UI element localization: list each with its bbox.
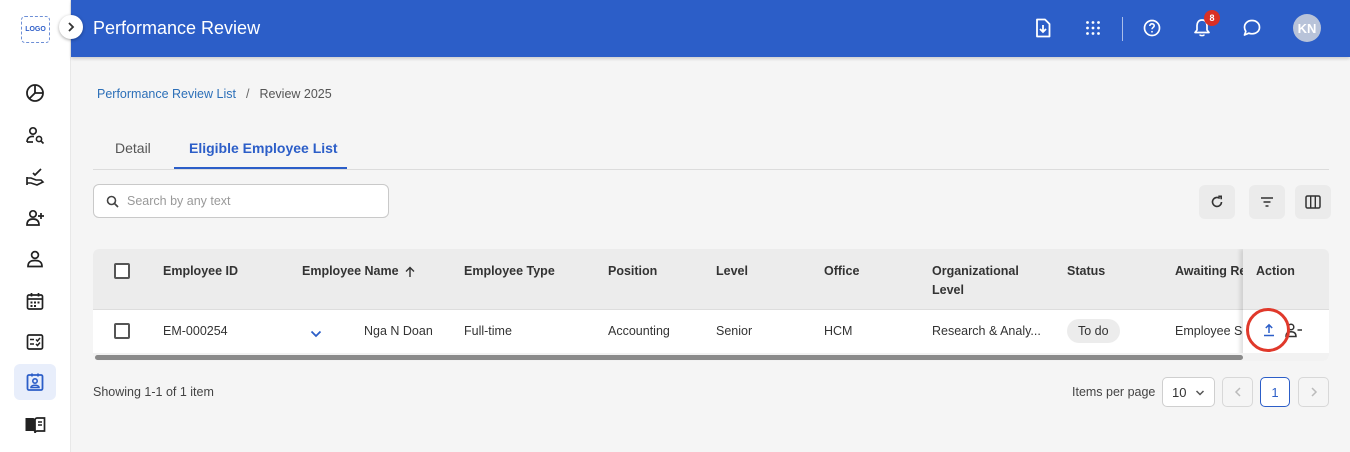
items-per-page-value: 10 [1172, 384, 1187, 400]
column-header-awaiting-review[interactable]: Awaiting Re [1175, 262, 1246, 281]
nav-user-add[interactable] [14, 200, 56, 236]
previous-page-button[interactable] [1222, 377, 1253, 407]
breadcrumb-parent-link[interactable]: Performance Review List [97, 87, 236, 101]
active-tab-indicator [174, 167, 347, 169]
tab-bar: Detail Eligible Employee List [93, 130, 1329, 170]
table-header: Employee ID Employee Name Employee Type … [93, 249, 1329, 310]
chat-button[interactable] [1239, 15, 1265, 41]
user-search-icon [26, 126, 45, 145]
user-avatar[interactable]: KN [1293, 14, 1321, 42]
cell-office: HCM [824, 324, 853, 338]
expand-row-button[interactable] [310, 326, 322, 344]
help-icon [1143, 19, 1161, 37]
book-icon [25, 417, 46, 434]
hand-check-icon [26, 168, 45, 186]
sort-ascending-icon [405, 266, 415, 277]
refresh-button[interactable] [1199, 185, 1235, 219]
next-page-button[interactable] [1298, 377, 1329, 407]
help-button[interactable] [1139, 15, 1165, 41]
sidebar-toggle-button[interactable] [59, 15, 83, 39]
column-header-level[interactable]: Level [716, 262, 748, 281]
tab-eligible-employee-list[interactable]: Eligible Employee List [189, 140, 338, 156]
nav-calendar[interactable] [14, 283, 56, 319]
cell-level: Senior [716, 324, 753, 338]
nav-dashboard[interactable] [14, 75, 56, 111]
pie-chart-icon [26, 84, 44, 102]
logo: LOGO [21, 16, 50, 43]
column-settings-button[interactable] [1295, 185, 1331, 219]
chevron-left-icon [1234, 387, 1241, 397]
filter-icon [1261, 197, 1273, 207]
breadcrumb-separator: / [245, 87, 250, 101]
items-per-page-select[interactable]: 10 [1162, 377, 1215, 407]
items-per-page-label: Items per page [1072, 385, 1156, 399]
apps-grid-icon [1086, 21, 1100, 35]
column-header-office[interactable]: Office [824, 262, 859, 281]
nav-user-search[interactable] [14, 117, 56, 153]
top-bar: Performance Review 8 KN [71, 0, 1350, 57]
nav-user[interactable] [14, 241, 56, 277]
chevron-down-icon [1195, 390, 1205, 396]
pagination-summary: Showing 1-1 of 1 item [93, 385, 214, 399]
header-divider [1122, 17, 1123, 41]
column-header-employee-id[interactable]: Employee ID [163, 262, 238, 281]
tab-detail[interactable]: Detail [115, 140, 151, 156]
cell-organizational-level: Research & Analy... [932, 324, 1041, 338]
column-header-employee-type[interactable]: Employee Type [464, 262, 555, 281]
breadcrumb: Performance Review List / Review 2025 [97, 87, 332, 101]
sidebar: LOGO [0, 0, 71, 452]
column-header-status[interactable]: Status [1067, 262, 1105, 281]
row-checkbox[interactable] [114, 323, 130, 339]
cell-awaiting-review: Employee S [1175, 324, 1243, 338]
upload-highlight-ring [1246, 308, 1290, 352]
cell-employee-type: Full-time [464, 324, 512, 338]
nav-performance-review[interactable] [14, 364, 56, 400]
column-header-employee-name-label: Employee Name [302, 264, 399, 278]
calendar-icon [26, 293, 44, 310]
nav-checklist[interactable] [14, 324, 56, 360]
nav-hand-check[interactable] [14, 159, 56, 195]
action-column-header: Action [1243, 249, 1329, 310]
notification-badge: 8 [1204, 10, 1220, 26]
search-input[interactable] [127, 194, 377, 208]
cell-employee-name: Nga N Doan [364, 324, 433, 338]
column-header-organizational-level[interactable]: Organizational Level [932, 262, 1042, 300]
column-header-position[interactable]: Position [608, 262, 657, 281]
page-title: Performance Review [93, 18, 261, 38]
page-button-current[interactable]: 1 [1260, 377, 1290, 407]
chevron-right-icon [1310, 387, 1317, 397]
user-icon [27, 250, 43, 268]
select-all-checkbox[interactable] [114, 263, 130, 279]
cell-position: Accounting [608, 324, 670, 338]
download-button[interactable] [1030, 15, 1056, 41]
search-box[interactable] [93, 184, 389, 218]
breadcrumb-current: Review 2025 [259, 87, 332, 101]
status-badge: To do [1067, 319, 1120, 343]
column-header-employee-name[interactable]: Employee Name [302, 262, 416, 281]
contact-card-icon [26, 373, 44, 391]
search-icon [106, 195, 119, 208]
columns-icon [1305, 195, 1321, 209]
nav-book[interactable] [14, 407, 56, 443]
chat-icon [1243, 19, 1261, 36]
apps-button[interactable] [1080, 15, 1106, 41]
checklist-icon [26, 334, 44, 350]
cell-employee-id: EM-000254 [163, 324, 228, 338]
chevron-down-icon [310, 330, 322, 338]
download-icon [1036, 18, 1051, 38]
filter-button[interactable] [1249, 185, 1285, 219]
refresh-icon [1211, 195, 1223, 208]
chevron-right-icon [68, 22, 75, 32]
column-header-action: Action [1256, 264, 1295, 278]
employee-table: Employee ID Employee Name Employee Type … [93, 249, 1329, 361]
user-add-icon [26, 209, 44, 226]
horizontal-scrollbar[interactable] [95, 355, 1243, 360]
